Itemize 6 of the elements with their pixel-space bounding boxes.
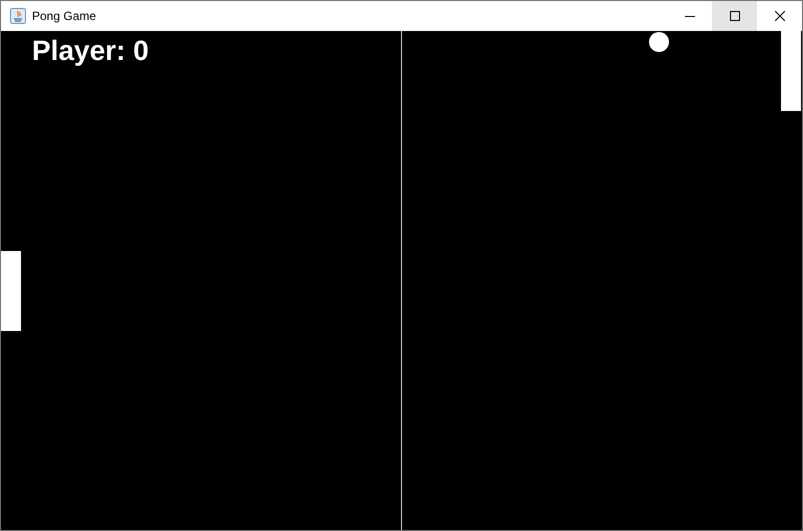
window-title: Pong Game bbox=[32, 8, 96, 25]
score-text: Player: 0 bbox=[32, 34, 149, 68]
close-icon bbox=[774, 11, 784, 21]
app-icon bbox=[10, 8, 26, 24]
maximize-button[interactable] bbox=[712, 1, 757, 31]
maximize-icon bbox=[730, 11, 740, 21]
